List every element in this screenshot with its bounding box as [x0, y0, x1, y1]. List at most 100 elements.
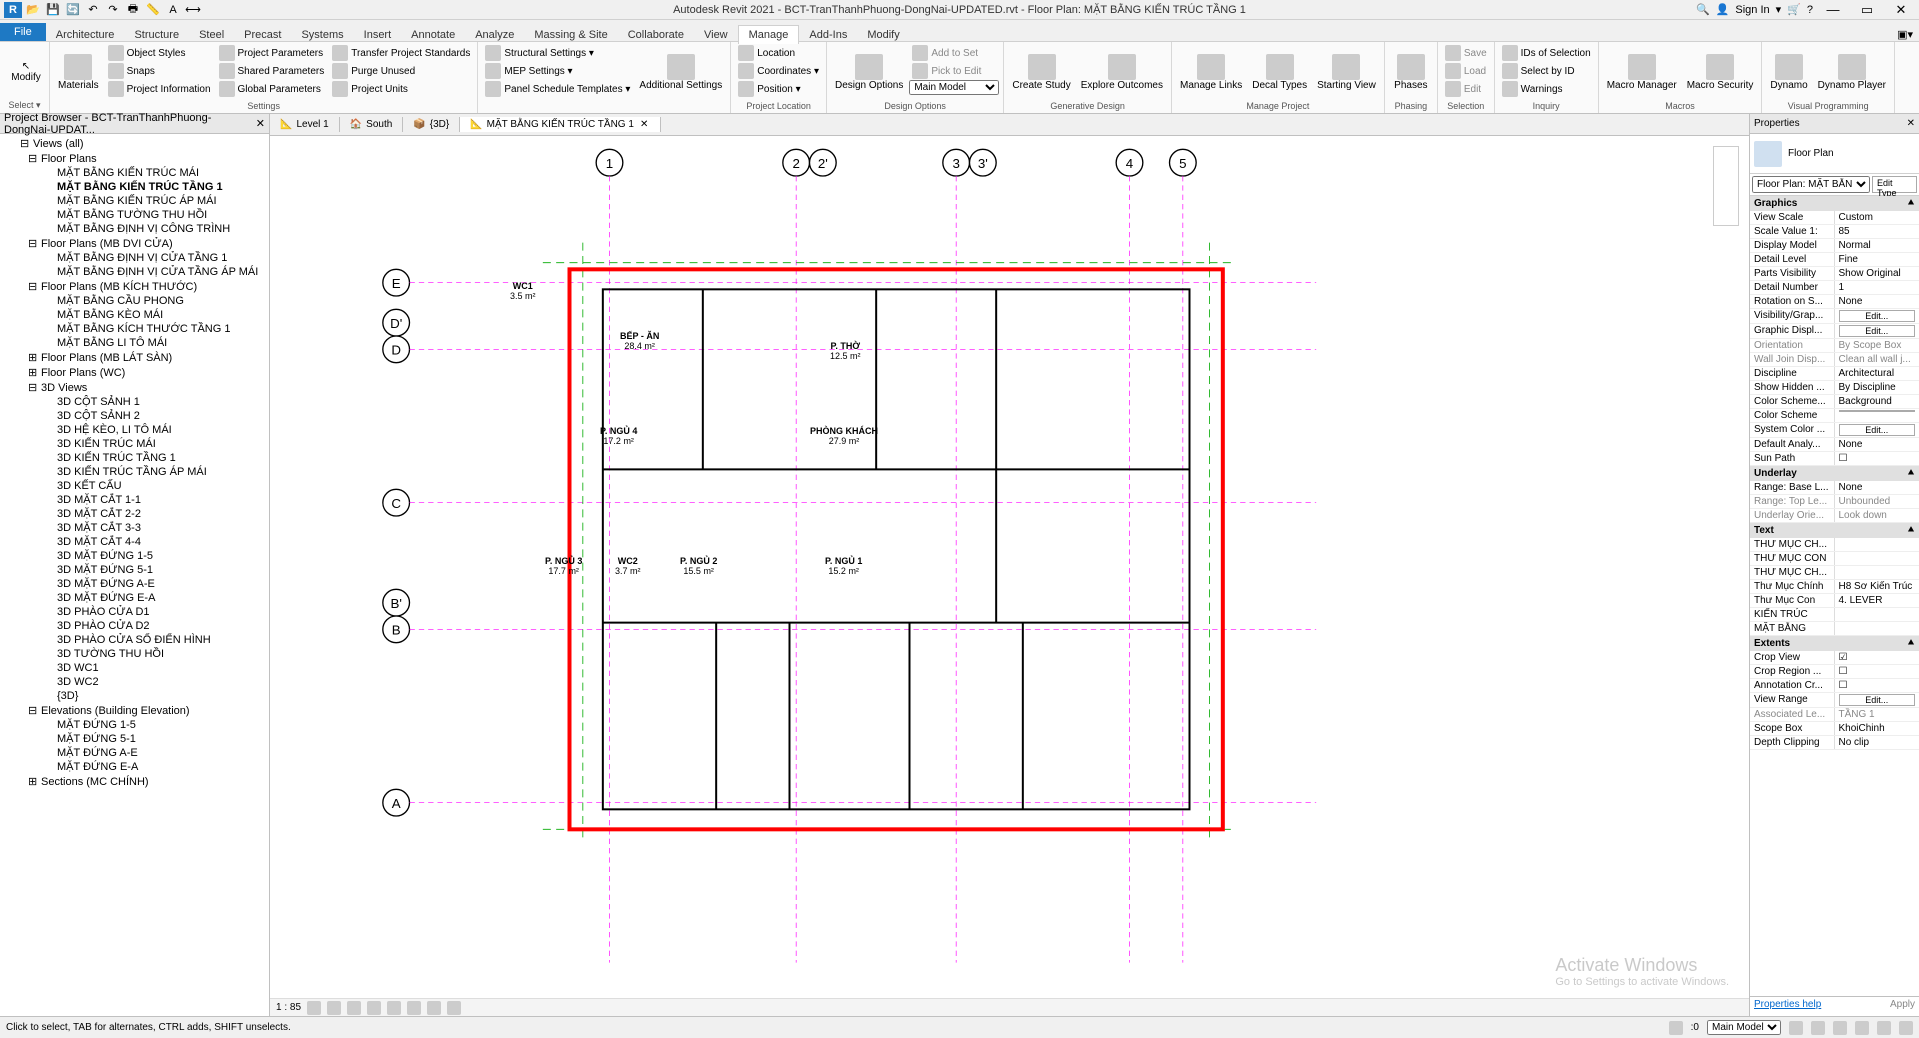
tree-item[interactable]: 3D MẶT ĐỨNG E-A	[0, 591, 269, 605]
props-row[interactable]: System Color ...Edit...	[1750, 423, 1919, 438]
props-row[interactable]: Thư Mục ChínhH8 Sơ Kiến Trúc	[1750, 580, 1919, 594]
file-tab[interactable]: File	[0, 23, 46, 41]
view-tab[interactable]: 📐Level 1	[270, 117, 340, 132]
worksets-icon[interactable]	[1669, 1021, 1683, 1035]
project-units-button[interactable]: Project Units	[329, 80, 473, 98]
view-tab[interactable]: 📐MẶT BẰNG KIẾN TRÚC TẦNG 1✕	[460, 117, 661, 132]
tree-item[interactable]: MẶT ĐỨNG 1-5	[0, 718, 269, 732]
drawing-canvas[interactable]: 1 2 2' 3 3' 4 5 E D' D C B' B A	[270, 136, 1749, 1016]
tree-item[interactable]: MẶT BẰNG ĐỊNH VỊ CỬA TẦNG ÁP MÁI	[0, 265, 269, 279]
tree-item[interactable]: MẶT BẰNG ĐỊNH VỊ CÔNG TRÌNH	[0, 222, 269, 236]
props-row[interactable]: Crop Region ...☐	[1750, 665, 1919, 679]
crop-region-icon[interactable]	[407, 1001, 421, 1015]
props-row[interactable]: DisciplineArchitectural	[1750, 367, 1919, 381]
reveal-hidden-icon[interactable]	[447, 1001, 461, 1015]
props-row[interactable]: Show Hidden ...By Discipline	[1750, 381, 1919, 395]
type-selector[interactable]: Floor Plan: MẶT BẰN	[1752, 176, 1870, 193]
minimize-button[interactable]: —	[1819, 1, 1847, 19]
macro-manager-button[interactable]: Macro Manager	[1603, 44, 1681, 100]
phases-button[interactable]: Phases	[1389, 44, 1433, 100]
select-pinned-icon[interactable]	[1833, 1021, 1847, 1035]
scale-label[interactable]: 1 : 85	[276, 1002, 301, 1013]
props-row[interactable]: Underlay Orie...Look down	[1750, 509, 1919, 523]
explore-outcomes-button[interactable]: Explore Outcomes	[1077, 44, 1167, 100]
props-row[interactable]: Range: Top Le...Unbounded	[1750, 495, 1919, 509]
view-tab[interactable]: 📦{3D}	[403, 117, 460, 132]
tree-item[interactable]: 3D WC2	[0, 675, 269, 689]
props-row[interactable]: Color Scheme	[1750, 409, 1919, 423]
close-button[interactable]: ✕	[1887, 1, 1915, 19]
materials-button[interactable]: Materials	[54, 44, 103, 100]
tree-item[interactable]: MẶT ĐỨNG E-A	[0, 760, 269, 774]
tree-item[interactable]: 3D MẶT CẮT 4-4	[0, 535, 269, 549]
open-icon[interactable]: 📂	[24, 2, 42, 18]
props-row[interactable]: MẶT BẰNG	[1750, 622, 1919, 636]
props-row[interactable]: Sun Path☐	[1750, 452, 1919, 466]
project-info-button[interactable]: Project Information	[105, 80, 214, 98]
tree-item[interactable]: 3D TƯỜNG THU HỒI	[0, 647, 269, 661]
props-row[interactable]: View ScaleCustom	[1750, 211, 1919, 225]
props-row[interactable]: Scope BoxKhoiChinh	[1750, 722, 1919, 736]
revit-logo[interactable]: R	[4, 2, 22, 18]
tree-item[interactable]: 3D PHÀO CỬA D2	[0, 619, 269, 633]
tree-item[interactable]: 3D WC1	[0, 661, 269, 675]
props-row[interactable]: Parts VisibilityShow Original	[1750, 267, 1919, 281]
tree-item[interactable]: 3D MẶT ĐỨNG 1-5	[0, 549, 269, 563]
tree-item[interactable]: MẶT BẰNG TƯỜNG THU HỒI	[0, 208, 269, 222]
main-model-select[interactable]: Main Model	[909, 80, 999, 95]
location-item[interactable]: Position ▾	[735, 80, 822, 98]
tree-item[interactable]: ⊟Floor Plans (MB DVI CỬA)	[0, 236, 269, 251]
props-row[interactable]: Default Analy...None	[1750, 438, 1919, 452]
tree-item[interactable]: 3D MẶT CẮT 1-1	[0, 493, 269, 507]
props-row[interactable]: Detail Number1	[1750, 281, 1919, 295]
main-model-status-select[interactable]: Main Model	[1707, 1020, 1781, 1035]
tree-item[interactable]: 3D MẶT ĐỨNG 5-1	[0, 563, 269, 577]
select-underlay-icon[interactable]	[1811, 1021, 1825, 1035]
select-panel-label[interactable]: Select ▾	[4, 99, 45, 111]
tree-item[interactable]: 3D MẶT CẮT 2-2	[0, 507, 269, 521]
tree-item[interactable]: MẶT BẰNG ĐỊNH VỊ CỬA TẦNG 1	[0, 251, 269, 265]
tree-item[interactable]: 3D CỘT SẢNH 1	[0, 395, 269, 409]
tree-item[interactable]: 3D KIẾN TRÚC TẦNG 1	[0, 451, 269, 465]
props-row[interactable]: Detail LevelFine	[1750, 253, 1919, 267]
properties-help-link[interactable]: Properties help	[1754, 999, 1821, 1014]
modify-button[interactable]: ↖Modify	[4, 44, 48, 99]
inquiry-item[interactable]: IDs of Selection	[1499, 44, 1594, 62]
tree-item[interactable]: ⊞Sections (MC CHÍNH)	[0, 774, 269, 789]
tree-item[interactable]: 3D MẶT CẮT 3-3	[0, 521, 269, 535]
restore-button[interactable]: ▭	[1853, 1, 1881, 19]
tree-item[interactable]: MẶT BẰNG KÍCH THƯỚC TẦNG 1	[0, 322, 269, 336]
props-row[interactable]: View RangeEdit...	[1750, 693, 1919, 708]
props-row[interactable]: OrientationBy Scope Box	[1750, 339, 1919, 353]
tree-item[interactable]: ⊞Floor Plans (WC)	[0, 365, 269, 380]
ribbon-collapse-icon[interactable]: ▣▾	[1897, 28, 1913, 41]
props-row[interactable]: Graphic Displ...Edit...	[1750, 324, 1919, 339]
hide-isolate-icon[interactable]	[427, 1001, 441, 1015]
props-row[interactable]: Display ModelNormal	[1750, 239, 1919, 253]
tree-item[interactable]: ⊟3D Views	[0, 380, 269, 395]
dynamo-player-button[interactable]: Dynamo Player	[1814, 44, 1890, 100]
view-tab[interactable]: 🏠South	[340, 117, 404, 132]
props-row[interactable]: THƯ MỤC CON	[1750, 552, 1919, 566]
tree-item[interactable]: ⊟Views (all)	[0, 136, 269, 151]
tree-item[interactable]: MẶT BẰNG KÈO MÁI	[0, 308, 269, 322]
tree-item[interactable]: ⊟Floor Plans	[0, 151, 269, 166]
select-face-icon[interactable]	[1855, 1021, 1869, 1035]
location-item[interactable]: Coordinates ▾	[735, 62, 822, 80]
tree-item[interactable]: 3D MẶT ĐỨNG A-E	[0, 577, 269, 591]
tree-item[interactable]: 3D PHÀO CỬA SỔ ĐIỂN HÌNH	[0, 633, 269, 647]
props-row[interactable]: Associated Le...TẦNG 1	[1750, 708, 1919, 722]
settings-dropdown[interactable]: Panel Schedule Templates ▾	[482, 80, 633, 98]
props-section-underlay[interactable]: Underlay⯅	[1750, 466, 1919, 481]
props-row[interactable]: KIẾN TRÚC	[1750, 608, 1919, 622]
props-row[interactable]: Rotation on S...None	[1750, 295, 1919, 309]
search-icon[interactable]: 🔍	[1696, 3, 1710, 16]
view-tab-close-icon[interactable]: ✕	[638, 119, 650, 130]
shared-params-button[interactable]: Shared Parameters	[216, 62, 328, 80]
tree-item[interactable]: MẶT ĐỨNG 5-1	[0, 732, 269, 746]
select-links-icon[interactable]	[1789, 1021, 1803, 1035]
properties-list[interactable]: Graphics⯅View ScaleCustomScale Value 1:8…	[1750, 196, 1919, 996]
macro-security-button[interactable]: Macro Security	[1683, 44, 1758, 100]
sun-path-icon[interactable]	[347, 1001, 361, 1015]
props-row[interactable]: Depth ClippingNo clip	[1750, 736, 1919, 750]
